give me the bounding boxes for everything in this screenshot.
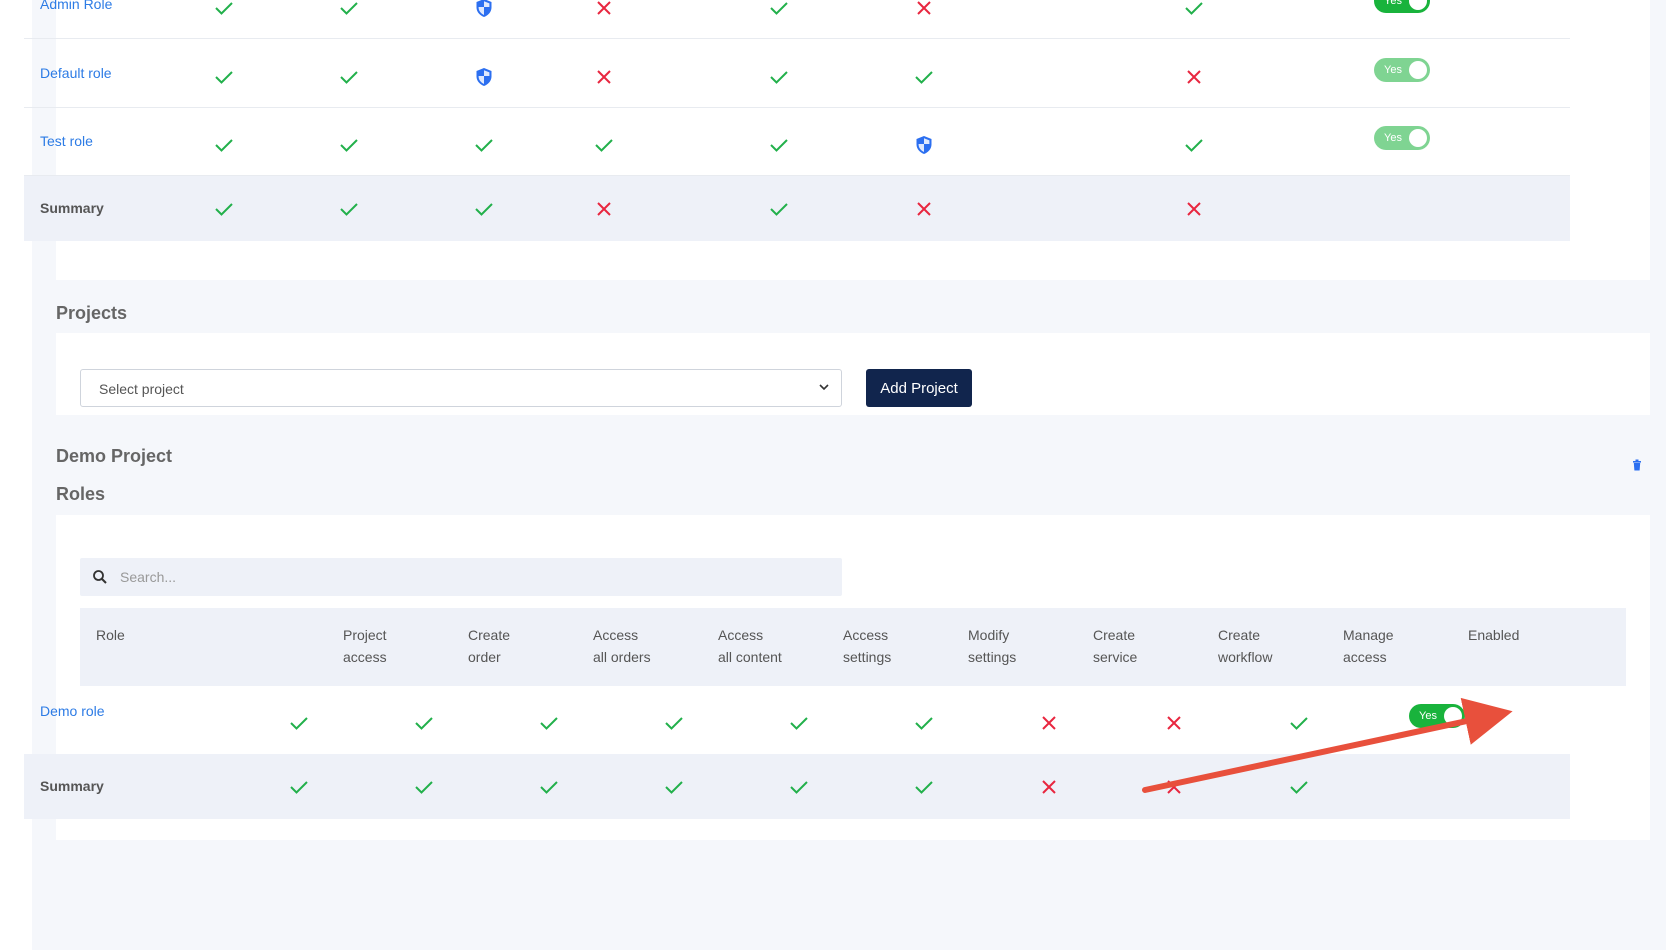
annotation-arrow (1142, 697, 1513, 793)
